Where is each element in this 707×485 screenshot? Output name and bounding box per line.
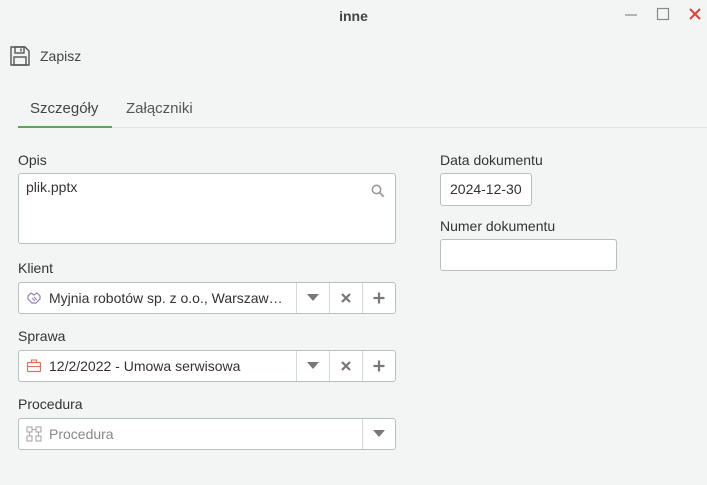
search-icon[interactable] <box>371 184 385 198</box>
maximize-button[interactable] <box>652 4 674 24</box>
sprawa-combobox[interactable]: 12/2/2022 - Umowa serwisowa <box>18 350 396 382</box>
procedura-placeholder: Procedura <box>49 426 114 442</box>
handshake-icon <box>19 283 49 313</box>
title-bar: inne <box>0 0 707 30</box>
save-button-label: Zapisz <box>40 48 82 64</box>
chevron-down-icon <box>373 430 385 437</box>
sprawa-clear-button[interactable] <box>329 351 362 381</box>
close-button[interactable] <box>684 4 706 24</box>
opis-label: Opis <box>18 152 47 168</box>
briefcase-icon <box>19 351 49 381</box>
numer-dokumentu-label: Numer dokumentu <box>440 218 556 234</box>
minimize-button[interactable] <box>620 4 642 24</box>
data-dokumentu-value: 2024-12-30 <box>450 181 522 197</box>
sprawa-label: Sprawa <box>18 328 66 344</box>
maximize-icon <box>656 7 670 21</box>
procedura-combobox[interactable]: Procedura <box>18 418 396 450</box>
clear-icon <box>341 361 351 371</box>
data-dokumentu-field[interactable]: 2024-12-30 <box>440 173 532 206</box>
window-title: inne <box>339 8 368 24</box>
tab-zalaczniki[interactable]: Załączniki <box>126 100 193 117</box>
chevron-down-icon <box>307 294 319 301</box>
klient-dropdown-button[interactable] <box>296 283 329 313</box>
procedure-icon <box>19 419 49 449</box>
klient-label: Klient <box>18 260 54 276</box>
close-icon <box>689 8 701 20</box>
tab-szczegoly[interactable]: Szczegóły <box>30 100 98 117</box>
klient-add-button[interactable] <box>362 283 395 313</box>
opis-value: plik.pptx <box>26 179 78 195</box>
active-tab-indicator <box>18 126 112 128</box>
procedura-dropdown-button[interactable] <box>362 419 395 449</box>
floppy-disk-icon <box>10 46 30 66</box>
minimize-icon <box>625 14 637 16</box>
procedura-label: Procedura <box>18 396 83 412</box>
plus-icon <box>373 292 385 304</box>
tab-divider <box>18 127 707 128</box>
numer-dokumentu-field[interactable] <box>440 239 617 271</box>
klient-clear-button[interactable] <box>329 283 362 313</box>
clear-icon <box>341 293 351 303</box>
klient-combobox[interactable]: Myjnia robotów sp. z o.o., Warszaw… <box>18 282 396 314</box>
save-button[interactable]: Zapisz <box>8 42 81 70</box>
toolbar: Zapisz <box>0 36 707 76</box>
data-dokumentu-label: Data dokumentu <box>440 152 543 168</box>
sprawa-dropdown-button[interactable] <box>296 351 329 381</box>
plus-icon <box>373 360 385 372</box>
opis-field[interactable]: plik.pptx <box>18 173 396 244</box>
chevron-down-icon <box>307 362 319 369</box>
sprawa-value: 12/2/2022 - Umowa serwisowa <box>49 358 241 374</box>
sprawa-add-button[interactable] <box>362 351 395 381</box>
tab-bar: Szczegóły Załączniki <box>0 86 707 128</box>
klient-value: Myjnia robotów sp. z o.o., Warszaw… <box>49 290 283 306</box>
